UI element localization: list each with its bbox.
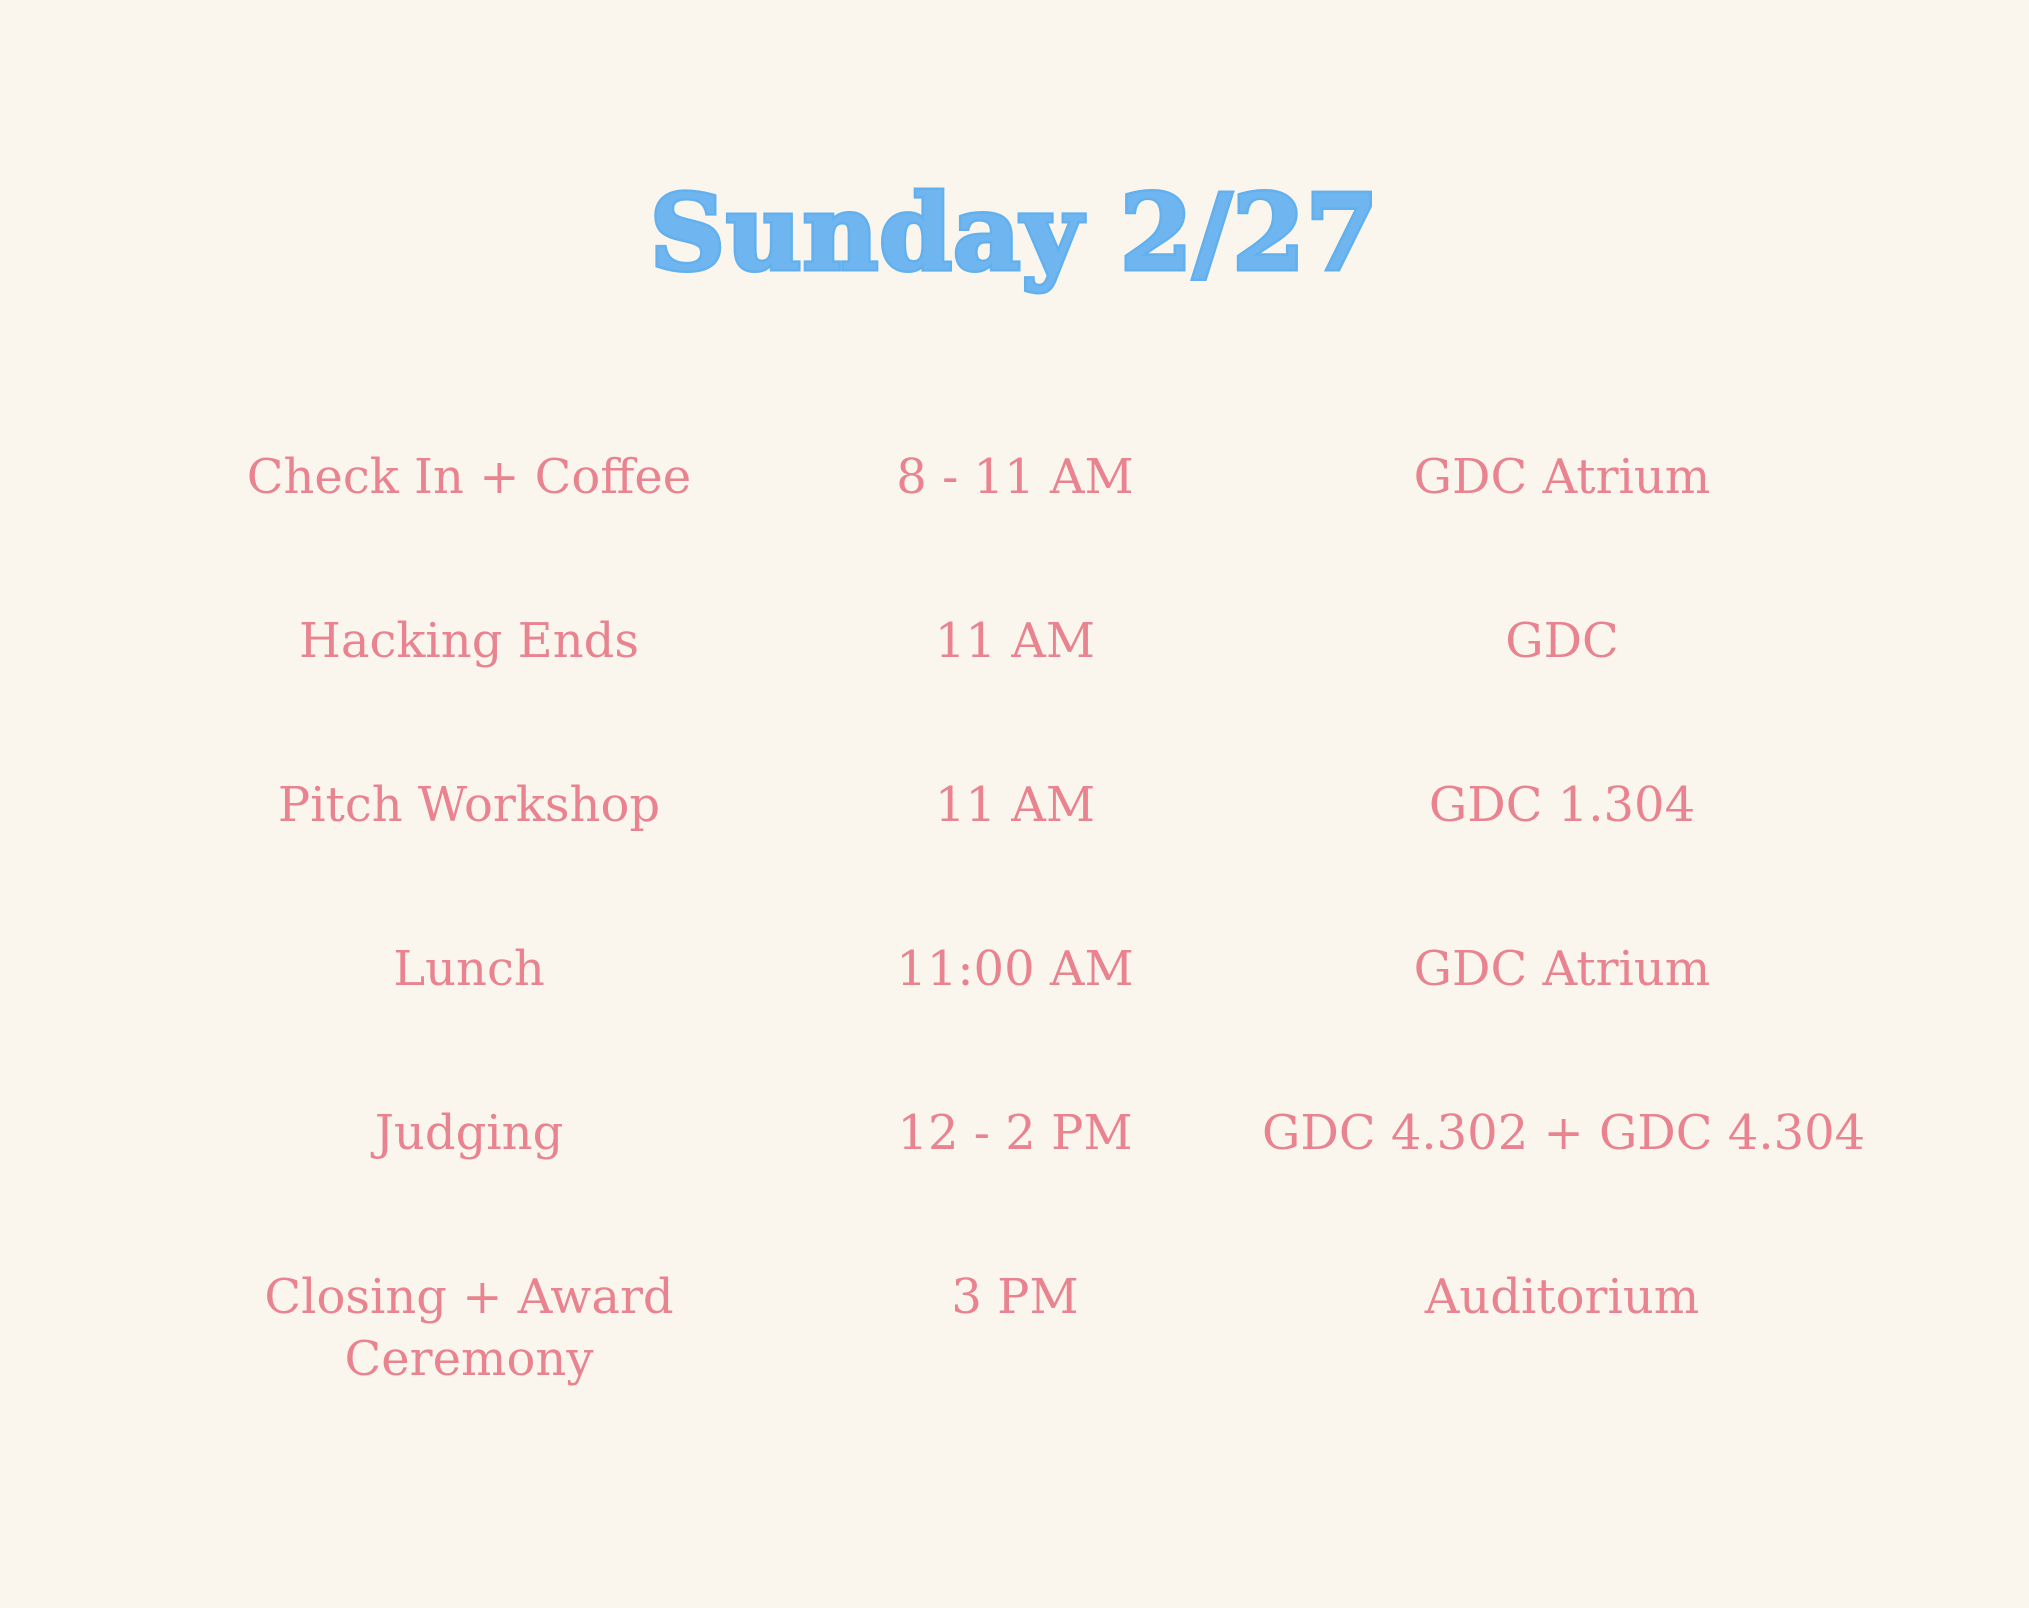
event-location: GDC Atrium: [1413, 449, 1711, 505]
event-time: 3 PM: [951, 1269, 1079, 1325]
event-time: 11 AM: [934, 777, 1096, 833]
event-name: Pitch Workshop: [277, 777, 661, 833]
event-location: GDC: [1505, 613, 1619, 669]
event-location: GDC Atrium: [1413, 941, 1711, 997]
event-name: Closing + Award Ceremony: [264, 1269, 674, 1387]
event-name: Judging: [374, 1105, 564, 1161]
event-time: 12 - 2 PM: [897, 1105, 1133, 1161]
event-time: 11 AM: [934, 613, 1096, 669]
event-name: Lunch: [393, 941, 545, 997]
schedule-table: Check In + Coffee 8 - 11 AM GDC Atrium H…: [0, 0, 2029, 1608]
event-location: Auditorium: [1424, 1269, 1700, 1325]
event-time: 8 - 11 AM: [896, 449, 1134, 505]
event-name: Check In + Coffee: [246, 449, 692, 505]
event-time: 11:00 AM: [896, 941, 1134, 997]
event-location: GDC 1.304: [1428, 777, 1696, 833]
event-location: GDC 4.302 + GDC 4.304: [1262, 1105, 1866, 1161]
event-name: Hacking Ends: [298, 613, 639, 669]
